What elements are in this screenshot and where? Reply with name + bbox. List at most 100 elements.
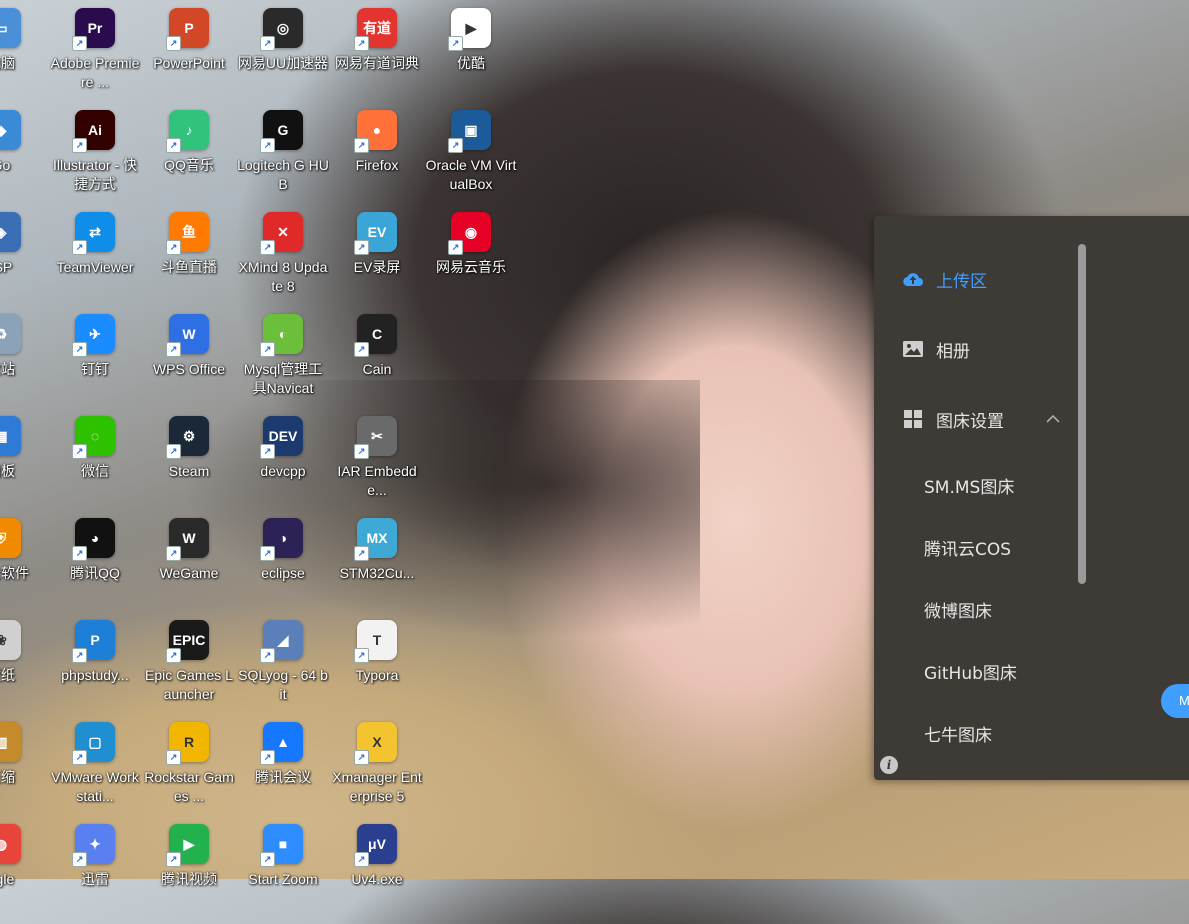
- desktop-shortcut[interactable]: T ↗ Typora: [330, 618, 424, 720]
- picture-icon: [902, 338, 924, 360]
- shortcut-arrow-icon: ↗: [166, 240, 181, 255]
- desktop-shortcut[interactable]: ✈ ↗ 钉钉: [48, 312, 142, 414]
- go-icon: ◆↗: [0, 110, 21, 150]
- shortcut-arrow-icon: ↗: [354, 36, 369, 51]
- desktop-shortcut[interactable]: μV ↗ Uv4.exe: [330, 822, 424, 924]
- wegame-icon: W ↗: [166, 518, 209, 561]
- thunder-icon: ✦ ↗: [72, 824, 115, 867]
- desktop-shortcut[interactable]: G ↗ Logitech G HUB: [236, 108, 330, 210]
- desktop-shortcut[interactable]: ▥↗ 压缩: [0, 720, 48, 822]
- eclipse-icon: ◑ ↗: [260, 518, 303, 561]
- dingtalk-icon: ✈ ↗: [72, 314, 115, 357]
- shortcut-label: IAR Embedde...: [337, 463, 417, 498]
- desktop-shortcut[interactable]: ◕ ↗ 腾讯QQ: [48, 516, 142, 618]
- submenu-item[interactable]: 七牛图床: [874, 702, 1078, 764]
- desktop-shortcut[interactable]: ◢ ↗ SQLyog - 64 bit: [236, 618, 330, 720]
- shortcut-arrow-icon: ↗: [354, 852, 369, 867]
- shortcut-arrow-icon: ↗: [166, 342, 181, 357]
- shortcut-label: Mysql管理工具Navicat: [243, 361, 323, 396]
- shortcut-label: ISP: [0, 259, 13, 275]
- shortcut-label: Logitech G HUB: [237, 157, 329, 192]
- info-icon[interactable]: i: [880, 756, 898, 774]
- scrollbar[interactable]: [1078, 244, 1086, 584]
- desktop-shortcut[interactable]: EPIC ↗ Epic Games Launcher: [142, 618, 236, 720]
- desktop-shortcut[interactable]: 有道 ↗ 网易有道词典: [330, 6, 424, 108]
- desktop-shortcut[interactable]: X ↗ Xmanager Enterprise 5: [330, 720, 424, 822]
- desktop-shortcut[interactable]: ✂ ↗ IAR Embedde...: [330, 414, 424, 516]
- desktop-shortcut[interactable]: ▶ ↗ 腾讯视频: [142, 822, 236, 924]
- shortcut-label: 网易有道词典: [335, 55, 419, 71]
- shortcut-label: Start Zoom: [248, 871, 318, 887]
- shortcut-label: QQ音乐: [164, 157, 214, 173]
- submenu-item[interactable]: 腾讯云COS: [874, 516, 1078, 578]
- qq-icon: ◕ ↗: [72, 518, 115, 561]
- shortcut-arrow-icon: ↗: [260, 852, 275, 867]
- desktop-shortcut[interactable]: ◆↗ Go: [0, 108, 48, 210]
- desktop-shortcut[interactable]: ▢ ↗ VMware Workstati...: [48, 720, 142, 822]
- desktop-shortcut[interactable]: MX ↗ STM32Cu...: [330, 516, 424, 618]
- desktop-shortcut[interactable]: ◐ ↗ Mysql管理工具Navicat: [236, 312, 330, 414]
- shortcut-arrow-icon: ↗: [166, 852, 181, 867]
- shortcut-label: 安全软件: [0, 565, 29, 581]
- shortcut-arrow-icon: ↗: [166, 444, 181, 459]
- desktop-shortcut[interactable]: ⇄ ↗ TeamViewer: [48, 210, 142, 312]
- desktop-shortcut[interactable]: ⛨↗ 安全软件: [0, 516, 48, 618]
- desktop-shortcut[interactable]: ◎ ↗ 网易UU加速器: [236, 6, 330, 108]
- desktop-shortcut[interactable]: ✕ ↗ XMind 8 Update 8: [236, 210, 330, 312]
- desktop-shortcut[interactable]: ▦↗ 面板: [0, 414, 48, 516]
- chevron-up-icon[interactable]: [1046, 411, 1060, 427]
- desktop-shortcut[interactable]: ▣ ↗ Oracle VM VirtualBox: [424, 108, 518, 210]
- desktop-shortcut[interactable]: W ↗ WeGame: [142, 516, 236, 618]
- shortcut-label: 面板: [0, 463, 15, 479]
- desktop-shortcut[interactable]: P ↗ PowerPoint: [142, 6, 236, 108]
- desktop-shortcut[interactable]: ◍↗ ogle: [0, 822, 48, 924]
- shortcut-arrow-icon: ↗: [72, 138, 87, 153]
- shortcut-label: Rockstar Games ...: [144, 769, 234, 804]
- firefox-icon: ● ↗: [354, 110, 397, 153]
- desktop-shortcut[interactable]: DEV ↗ devcpp: [236, 414, 330, 516]
- shortcut-label: Illustrator - 快捷方式: [52, 157, 137, 192]
- desktop-shortcut[interactable]: ▲ ↗ 腾讯会议: [236, 720, 330, 822]
- desktop-shortcut[interactable]: ▶ ↗ 优酷: [424, 6, 518, 108]
- desktop-shortcut[interactable]: ✦ ↗ 迅雷: [48, 822, 142, 924]
- empty-slot: [424, 414, 518, 516]
- desktop-shortcut[interactable]: ▭↗ 电脑: [0, 6, 48, 108]
- shortcut-arrow-icon: ↗: [260, 750, 275, 765]
- shortcut-label: 微信: [81, 463, 109, 479]
- desktop-shortcut[interactable]: ◌ ↗ 微信: [48, 414, 142, 516]
- desktop-shortcut[interactable]: ♻↗ 收站: [0, 312, 48, 414]
- menu-item-album[interactable]: 相册: [874, 314, 1078, 384]
- picgo-panel: 上传区 相册 图床设置 SM.MS图床 腾讯云COS 微博图床 GitHub图床 七牛图…: [874, 216, 1189, 780]
- submenu-item[interactable]: 微博图床: [874, 578, 1078, 640]
- desktop-shortcut[interactable]: ● ↗ Firefox: [330, 108, 424, 210]
- menu-item-upload[interactable]: 上传区: [874, 244, 1078, 314]
- empty-slot: [424, 618, 518, 720]
- menu-item-settings[interactable]: 图床设置: [874, 384, 1078, 454]
- desktop-shortcut[interactable]: ❀↗ 壁纸: [0, 618, 48, 720]
- submenu-item[interactable]: GitHub图床: [874, 640, 1078, 702]
- shortcut-label: 收站: [0, 361, 15, 377]
- desktop-shortcut[interactable]: ♪ ↗ QQ音乐: [142, 108, 236, 210]
- desktop-shortcut[interactable]: R ↗ Rockstar Games ...: [142, 720, 236, 822]
- desktop-shortcut[interactable]: Ai ↗ Illustrator - 快捷方式: [48, 108, 142, 210]
- desktop-shortcut[interactable]: EV ↗ EV录屏: [330, 210, 424, 312]
- shortcut-label: 腾讯会议: [255, 769, 311, 785]
- desktop-shortcut[interactable]: P ↗ phpstudy...: [48, 618, 142, 720]
- shortcut-arrow-icon: ↗: [166, 750, 181, 765]
- typora-icon: T ↗: [354, 620, 397, 663]
- floating-button[interactable]: M: [1161, 684, 1189, 718]
- steam-icon: ⚙ ↗: [166, 416, 209, 459]
- shortcut-arrow-icon: ↗: [166, 648, 181, 663]
- desktop-shortcut[interactable]: ■ ↗ Start Zoom: [236, 822, 330, 924]
- desktop-shortcut[interactable]: ◈↗ ISP: [0, 210, 48, 312]
- cain-icon: C ↗: [354, 314, 397, 357]
- desktop-shortcut[interactable]: ◉ ↗ 网易云音乐: [424, 210, 518, 312]
- desktop-shortcut[interactable]: ⚙ ↗ Steam: [142, 414, 236, 516]
- desktop-shortcut[interactable]: C ↗ Cain: [330, 312, 424, 414]
- submenu-item[interactable]: SM.MS图床: [874, 454, 1078, 516]
- desktop-shortcut[interactable]: 鱼 ↗ 斗鱼直播: [142, 210, 236, 312]
- shortcut-label: TeamViewer: [56, 259, 134, 275]
- desktop-shortcut[interactable]: Pr ↗ Adobe Premiere ...: [48, 6, 142, 108]
- desktop-shortcut[interactable]: ◑ ↗ eclipse: [236, 516, 330, 618]
- desktop-shortcut[interactable]: W ↗ WPS Office: [142, 312, 236, 414]
